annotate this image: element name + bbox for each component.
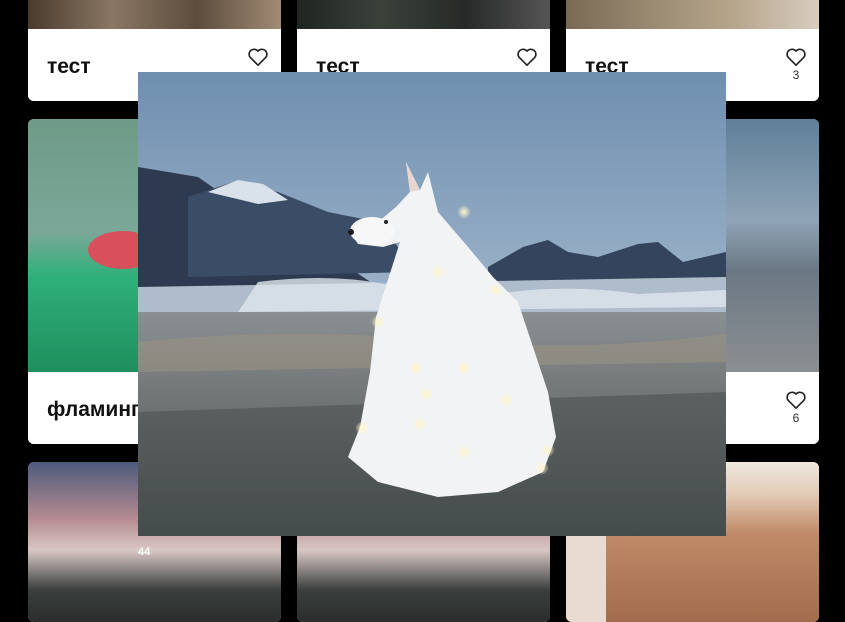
close-icon (732, 35, 762, 65)
close-button[interactable] (731, 34, 763, 66)
image-modal (138, 72, 726, 536)
modal-image (138, 72, 726, 536)
